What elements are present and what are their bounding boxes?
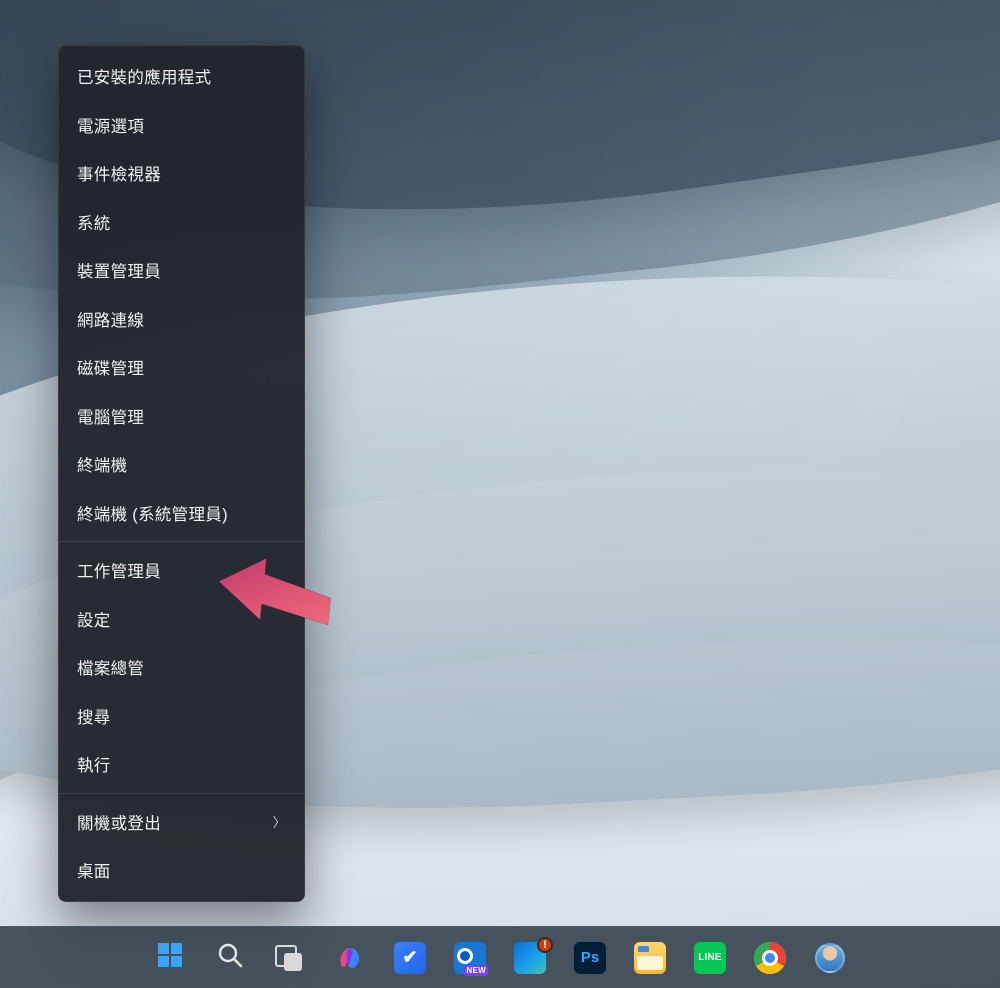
start-icon: [156, 941, 184, 974]
menu-item-search[interactable]: 搜尋: [59, 692, 304, 741]
notification-badge-icon: !: [537, 937, 553, 953]
menu-item-run[interactable]: 執行: [59, 740, 304, 789]
edge-button[interactable]: !: [507, 935, 553, 981]
task-view-button[interactable]: [267, 935, 313, 981]
menu-item-label: 桌面: [77, 858, 111, 882]
outlook-icon: NEW: [454, 942, 486, 974]
menu-item-event-viewer[interactable]: 事件檢視器: [59, 149, 304, 198]
menu-item-terminal-admin[interactable]: 終端機 (系統管理員): [59, 489, 304, 538]
start-button[interactable]: [147, 935, 193, 981]
menu-item-label: 系統: [77, 210, 111, 234]
menu-item-label: 電腦管理: [77, 404, 144, 428]
menu-item-computer-management[interactable]: 電腦管理: [59, 392, 304, 441]
menu-item-label: 關機或登出: [77, 810, 161, 834]
menu-item-label: 已安裝的應用程式: [77, 64, 211, 88]
menu-item-file-explorer[interactable]: 檔案總管: [59, 643, 304, 692]
menu-item-label: 終端機: [77, 452, 127, 476]
menu-item-terminal[interactable]: 終端機: [59, 440, 304, 489]
menu-separator: [59, 541, 304, 542]
photoshop-button[interactable]: Ps: [567, 935, 613, 981]
new-badge: NEW: [464, 965, 488, 976]
menu-item-label: 設定: [77, 607, 111, 631]
menu-item-label: 工作管理員: [77, 558, 161, 582]
line-icon: LINE: [694, 942, 726, 974]
menu-item-device-manager[interactable]: 裝置管理員: [59, 246, 304, 295]
winx-context-menu: 已安裝的應用程式 電源選項 事件檢視器 系統 裝置管理員 網路連線 磁碟管理 電…: [58, 45, 305, 902]
copilot-button[interactable]: [327, 935, 373, 981]
menu-item-label: 檔案總管: [77, 655, 144, 679]
copilot-icon: [335, 943, 365, 973]
menu-item-desktop[interactable]: 桌面: [59, 846, 304, 895]
file-explorer-button[interactable]: [627, 935, 673, 981]
chrome-icon: [754, 942, 786, 974]
menu-item-label: 終端機 (系統管理員): [77, 501, 228, 525]
taskbar: NEW ! Ps LINE: [0, 926, 1000, 988]
menu-item-settings[interactable]: 設定: [59, 595, 304, 644]
todo-icon: [394, 942, 426, 974]
menu-item-label: 事件檢視器: [77, 161, 161, 185]
menu-item-label: 磁碟管理: [77, 355, 144, 379]
user-avatar-icon: [815, 943, 845, 973]
chrome-button[interactable]: [747, 935, 793, 981]
menu-item-disk-management[interactable]: 磁碟管理: [59, 343, 304, 392]
task-view-icon: [275, 945, 305, 971]
chevron-right-icon: 〉: [273, 812, 286, 831]
menu-item-label: 裝置管理員: [77, 258, 161, 282]
search-icon: [216, 941, 244, 974]
outlook-button[interactable]: NEW: [447, 935, 493, 981]
menu-item-shutdown-signout[interactable]: 關機或登出 〉: [59, 798, 304, 847]
menu-item-label: 電源選項: [77, 113, 144, 137]
user-button[interactable]: [807, 935, 853, 981]
todo-button[interactable]: [387, 935, 433, 981]
photoshop-icon: Ps: [574, 942, 606, 974]
line-button[interactable]: LINE: [687, 935, 733, 981]
menu-item-label: 搜尋: [77, 704, 111, 728]
menu-item-installed-apps[interactable]: 已安裝的應用程式: [59, 52, 304, 101]
search-button[interactable]: [207, 935, 253, 981]
file-explorer-icon: [634, 942, 666, 974]
menu-item-power-options[interactable]: 電源選項: [59, 101, 304, 150]
menu-item-label: 執行: [77, 752, 111, 776]
menu-separator: [59, 793, 304, 794]
menu-item-label: 網路連線: [77, 307, 144, 331]
menu-item-system[interactable]: 系統: [59, 198, 304, 247]
menu-item-task-manager[interactable]: 工作管理員: [59, 546, 304, 595]
menu-item-network-connections[interactable]: 網路連線: [59, 295, 304, 344]
